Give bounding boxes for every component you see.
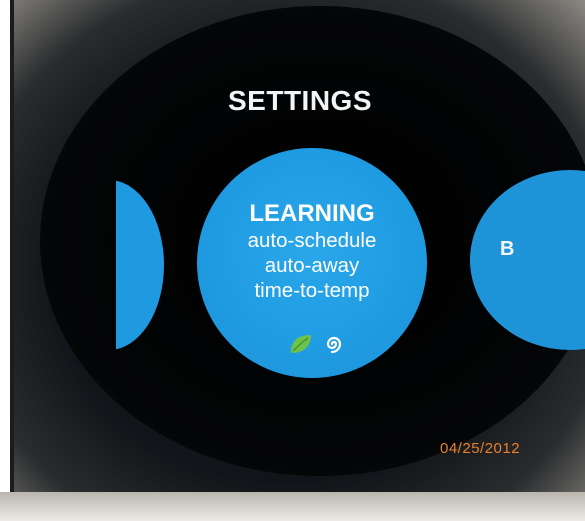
background-strip bbox=[0, 492, 585, 521]
menu-item-next-label: Bl bbox=[500, 238, 515, 260]
menu-item-learning-text: LEARNING auto-schedule auto-away time-to… bbox=[197, 200, 427, 303]
leaf-icon bbox=[291, 335, 311, 353]
time-to-temp-label: time-to-temp bbox=[254, 279, 370, 302]
learning-icons bbox=[287, 332, 347, 356]
settings-title: SETTINGS bbox=[227, 85, 372, 116]
auto-schedule-label: auto-schedule bbox=[247, 229, 377, 252]
auto-away-label: auto-away bbox=[264, 254, 360, 277]
photo: SETTINGS Bl LEARNING auto-schedule auto-… bbox=[0, 0, 585, 521]
date-stamp: 04/25/2012 bbox=[440, 440, 521, 457]
spiral-icon bbox=[326, 336, 342, 354]
learning-heading: LEARNING bbox=[249, 200, 375, 227]
